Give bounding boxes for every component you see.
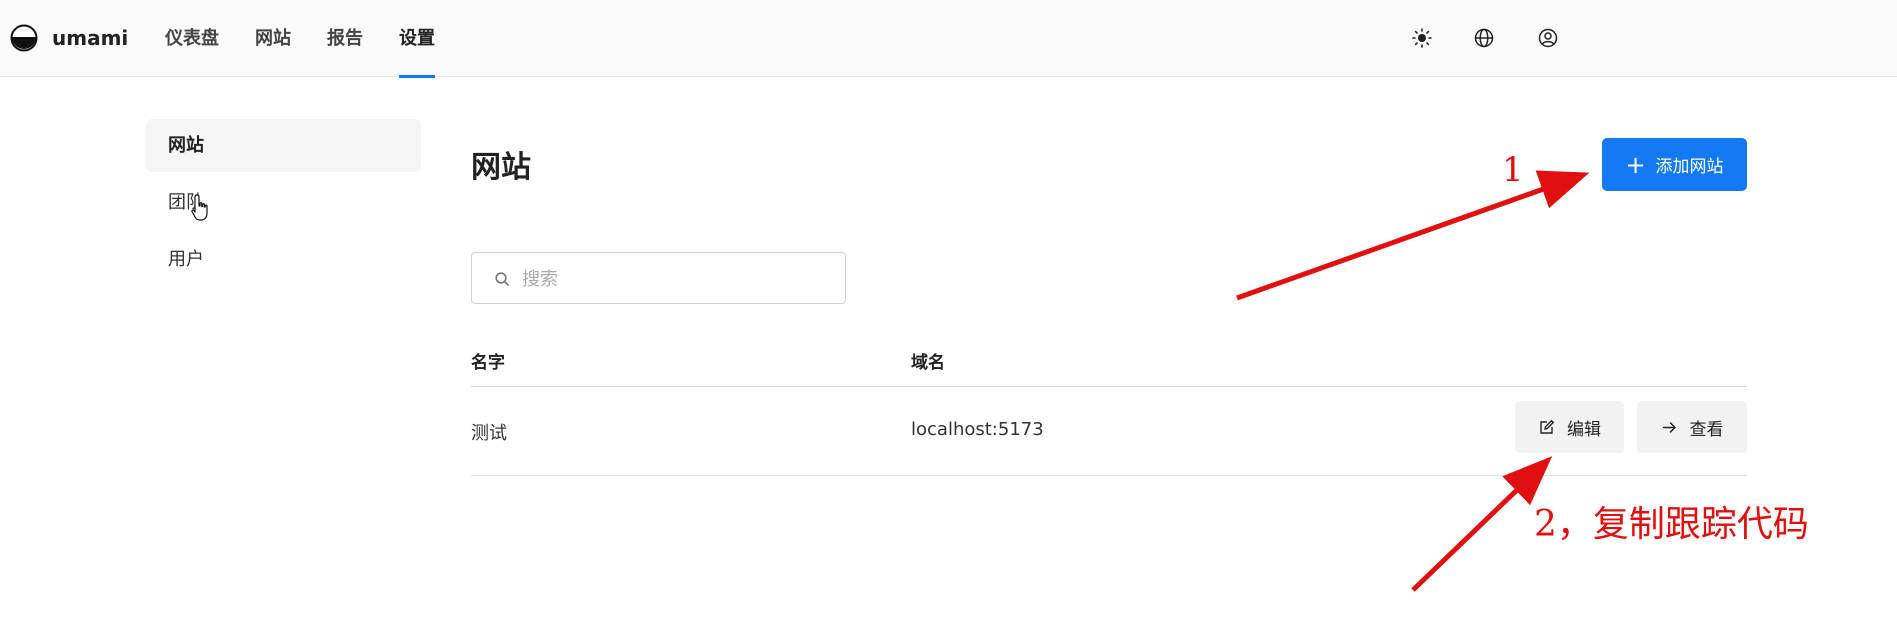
- websites-table: 名字 域名 测试 localhost:5173 编辑 查看: [471, 338, 1747, 476]
- column-header-domain: 域名: [911, 353, 945, 373]
- user-profile-icon[interactable]: [1537, 27, 1559, 49]
- annotation-arrow-2: [1411, 456, 1553, 592]
- sidebar-item-teams[interactable]: 团队: [146, 176, 421, 229]
- edit-label: 编辑: [1567, 419, 1601, 440]
- sidebar-item-users[interactable]: 用户: [146, 233, 421, 286]
- table-row: 测试 localhost:5173 编辑 查看: [471, 387, 1747, 476]
- annotation-step-2: 2，复制跟踪代码: [1534, 504, 1809, 545]
- nav-settings[interactable]: 设置: [399, 0, 435, 78]
- nav-websites[interactable]: 网站: [255, 0, 291, 77]
- table-header: 名字 域名: [471, 338, 1747, 387]
- edit-icon: [1540, 419, 1555, 434]
- search-input[interactable]: [520, 253, 834, 305]
- search-icon: [495, 272, 509, 286]
- annotation-arrow-1: [1236, 170, 1590, 301]
- nav-dashboard[interactable]: 仪表盘: [165, 0, 219, 77]
- nav-reports[interactable]: 报告: [327, 0, 363, 77]
- top-navigation-bar: umami 仪表盘 网站 报告 设置: [0, 0, 1897, 78]
- main-nav: 仪表盘 网站 报告 设置: [165, 0, 471, 78]
- plus-icon: +: [1625, 150, 1646, 179]
- arrow-right-icon: [1662, 421, 1676, 433]
- sidebar-item-websites[interactable]: 网站: [146, 119, 421, 172]
- add-website-label: 添加网站: [1655, 157, 1724, 177]
- view-label: 查看: [1689, 419, 1724, 440]
- search-box[interactable]: [471, 252, 846, 305]
- umami-logo-icon: [10, 24, 38, 52]
- column-header-name: 名字: [471, 353, 505, 373]
- add-website-button[interactable]: + 添加网站: [1602, 138, 1747, 191]
- website-name: 测试: [471, 423, 507, 444]
- brand-name: umami: [52, 26, 129, 50]
- theme-sun-icon[interactable]: [1411, 27, 1433, 49]
- website-domain: localhost:5173: [911, 419, 1044, 440]
- annotation-step-1: 1: [1502, 150, 1524, 190]
- hand-pointer-cursor-icon: [191, 194, 208, 221]
- page-title: 网站: [471, 150, 531, 185]
- app-logo[interactable]: umami: [10, 24, 128, 52]
- language-globe-icon[interactable]: [1473, 27, 1495, 49]
- edit-button[interactable]: 编辑: [1515, 401, 1624, 453]
- view-button[interactable]: 查看: [1637, 401, 1747, 453]
- settings-sidebar: 网站 团队 用户: [146, 119, 421, 290]
